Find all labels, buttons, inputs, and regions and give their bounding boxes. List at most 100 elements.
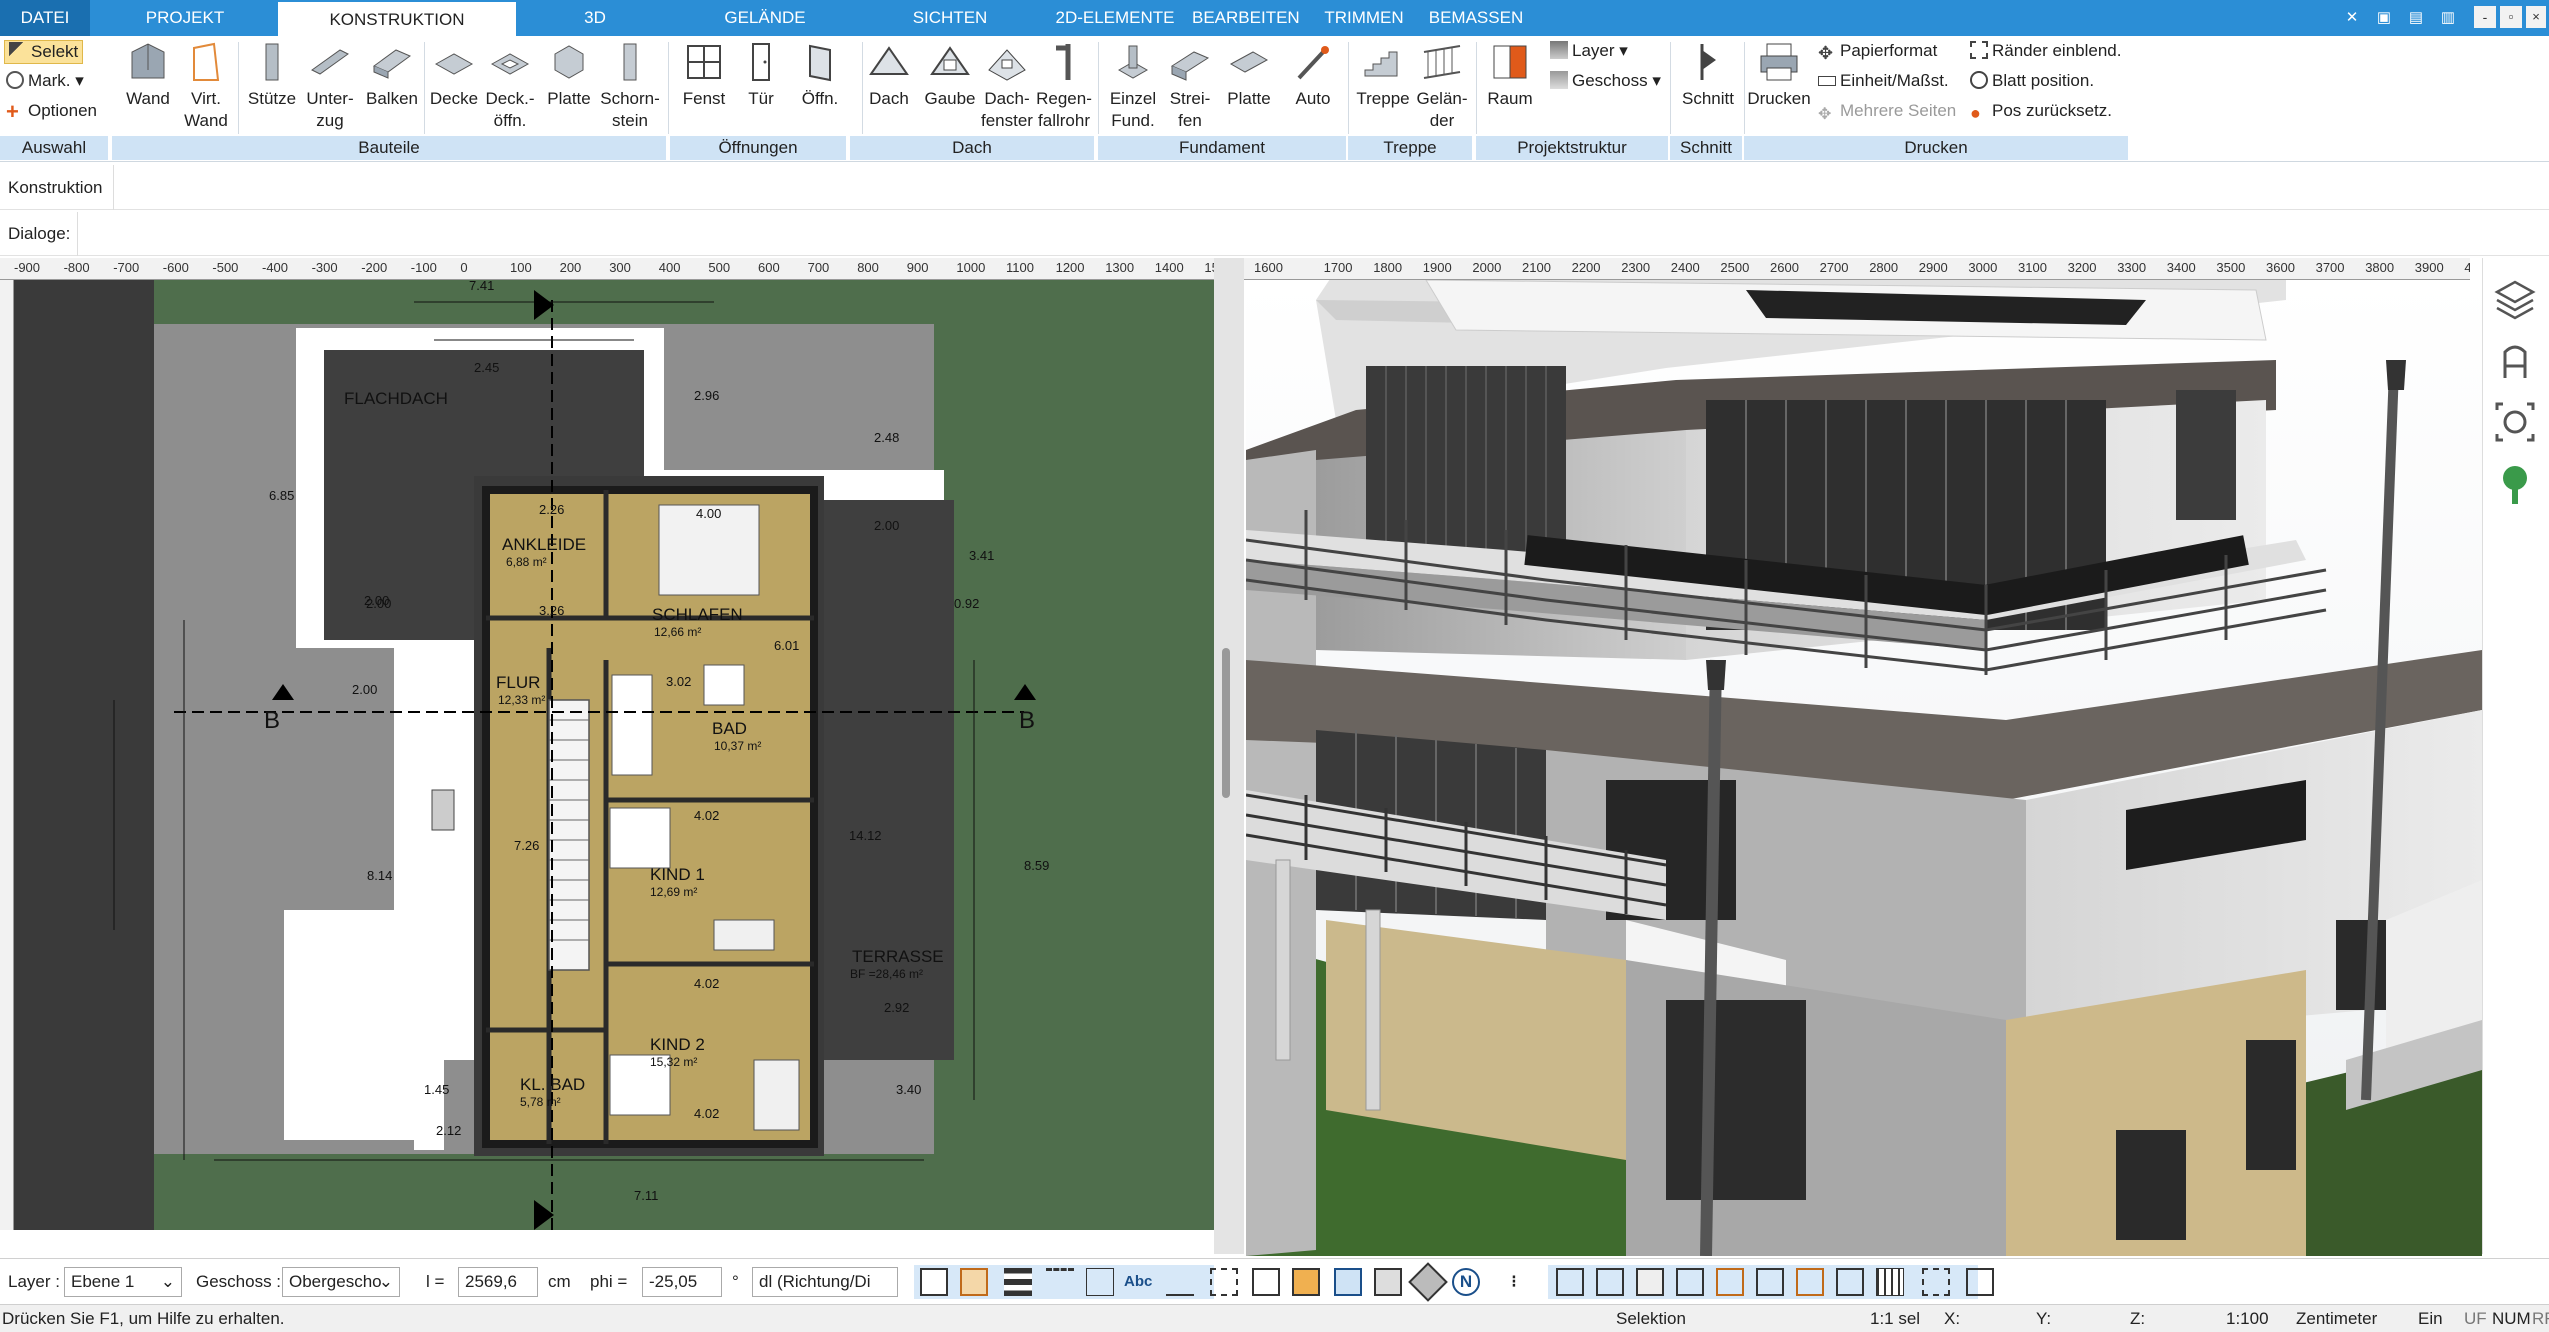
tab-trimmen[interactable]: TRIMMEN	[1318, 0, 1410, 36]
platte-button[interactable]: Platte	[540, 40, 598, 110]
view-fit-icon[interactable]	[2493, 400, 2537, 444]
streifen-button[interactable]: Strei-fen	[1162, 40, 1218, 132]
gelaender-button[interactable]: Gelän-der	[1412, 40, 1472, 132]
hatch-icon[interactable]	[1086, 1268, 1114, 1296]
layers-panel-icon[interactable]	[2493, 276, 2537, 320]
layer-color-icon[interactable]	[1292, 1268, 1320, 1296]
tab-bearbeiten[interactable]: BEARBEITEN	[1192, 0, 1300, 36]
north-icon[interactable]: N	[1452, 1268, 1480, 1296]
schnitt-button[interactable]: Schnitt	[1676, 40, 1740, 110]
line-style-icon[interactable]	[1004, 1268, 1032, 1296]
raum-button[interactable]: Raum	[1482, 40, 1538, 110]
furniture-icon[interactable]	[2493, 338, 2537, 382]
dashed-line-icon[interactable]	[1046, 1268, 1074, 1296]
view-grid-icon[interactable]	[1876, 1268, 1904, 1296]
ruler-tick-label: 3700	[2315, 260, 2345, 275]
blatt-position-button[interactable]: Blatt position.	[1970, 70, 2094, 92]
virt-wand-button[interactable]: Virt. Wand	[178, 40, 234, 132]
snap-point-icon[interactable]	[1334, 1268, 1362, 1296]
tab-datei[interactable]: DATEI	[0, 0, 90, 36]
fenst-label: Fenst	[682, 89, 726, 108]
text-abc-icon[interactable]: Abc	[1124, 1268, 1152, 1296]
oeffnung-button[interactable]: Öffn.	[792, 40, 848, 110]
tab-bemassen[interactable]: BEMASSEN	[1426, 0, 1526, 36]
tuer-button[interactable]: Tür	[736, 40, 786, 110]
mehrere-seiten-button[interactable]: ✥ Mehrere Seiten	[1818, 100, 1956, 125]
tree-icon[interactable]	[2493, 462, 2537, 506]
mark-button[interactable]: Mark. ▾	[6, 70, 84, 92]
gaube-button[interactable]: Gaube	[920, 40, 980, 110]
length-input[interactable]: 2569,6	[458, 1267, 538, 1297]
dach-button[interactable]: Dach	[862, 40, 916, 110]
phi-input[interactable]: -25,05	[642, 1267, 722, 1297]
view-sun-icon[interactable]	[1796, 1268, 1824, 1296]
view-fit-icon-bottom[interactable]	[1922, 1268, 1950, 1296]
balken-button[interactable]: Balken	[362, 40, 422, 110]
treppe-button[interactable]: Treppe	[1352, 40, 1414, 110]
einheit-button[interactable]: Einheit/Maßst.	[1818, 70, 1949, 92]
papierformat-button[interactable]: ✥ Papierformat	[1818, 40, 1937, 63]
view-walk-icon[interactable]	[1836, 1268, 1864, 1296]
snap-wall-icon[interactable]	[960, 1268, 988, 1296]
geschoss-select[interactable]: Obergescho ⌄	[282, 1267, 400, 1297]
regenfallrohr-button[interactable]: Regen-fallrohr	[1034, 40, 1094, 132]
einzelfund-button[interactable]: Einzel Fund.	[1104, 40, 1162, 132]
select-rect-icon[interactable]	[1210, 1268, 1238, 1296]
optionen-button[interactable]: + Optionen	[6, 100, 97, 123]
view-splitter[interactable]	[1214, 258, 1244, 1254]
window-icon-a[interactable]: ▣	[2372, 6, 2396, 30]
dl-select[interactable]: dl (Richtung/Di	[752, 1267, 898, 1297]
status-y: Y:	[2036, 1309, 2052, 1328]
tab-2d-elemente[interactable]: 2D-ELEMENTE	[1045, 0, 1185, 36]
window-icon-c[interactable]: ▥	[2436, 6, 2460, 30]
view-section-icon[interactable]	[1756, 1268, 1784, 1296]
tab-3d[interactable]: 3D	[540, 0, 650, 36]
minimize-button[interactable]: -	[2474, 6, 2496, 28]
fund-platte-button[interactable]: Platte	[1220, 40, 1278, 110]
view-2d-icon[interactable]	[1556, 1268, 1584, 1296]
restore-button[interactable]: ▫	[2500, 6, 2522, 28]
tab-konstruktion[interactable]: KONSTRUKTION	[278, 0, 516, 36]
construction-label[interactable]: Konstruktion	[0, 165, 114, 210]
fenster-button[interactable]: Fenst	[676, 40, 732, 110]
window-icon-b[interactable]: ▤	[2404, 6, 2428, 30]
3d-view[interactable]	[1246, 280, 2482, 1256]
tab-gelaende[interactable]: GELÄNDE	[700, 0, 830, 36]
selekt-button[interactable]: Selekt	[4, 40, 84, 64]
schornstein-button[interactable]: Schorn-stein	[598, 40, 662, 132]
dimension-icon[interactable]	[1166, 1268, 1194, 1296]
raender-button[interactable]: Ränder einblend.	[1970, 40, 2121, 62]
deckoeffn-button[interactable]: Deck.- öffn.	[482, 40, 538, 132]
pos-zuruecksetzen-button[interactable]: ● Pos zurücksetz.	[1970, 100, 2112, 123]
dim-8: 4.02	[694, 808, 719, 823]
auto-button[interactable]: Auto	[1286, 40, 1340, 110]
geschoss-dropdown[interactable]: Geschoss ▾	[1550, 70, 1661, 92]
roof-window-icon	[988, 49, 1026, 81]
view-page-icon[interactable]	[1596, 1268, 1624, 1296]
dachfenster-button[interactable]: Dach-fenster	[978, 40, 1036, 132]
floor-plan-view[interactable]: B B ANKLEIDE 6,88 m² SCHLAFEN 12,66 m² F…	[14, 280, 1214, 1230]
close-button[interactable]: ×	[2526, 6, 2546, 28]
wand-button[interactable]: Wand	[120, 40, 176, 110]
view-photo-icon[interactable]	[1716, 1268, 1744, 1296]
layer-dropdown[interactable]: Layer ▾	[1550, 40, 1628, 62]
layer-select[interactable]: Ebene 1 ⌄	[64, 1267, 182, 1297]
snap-grid-icon[interactable]	[920, 1268, 948, 1296]
stuetze-button[interactable]: Stütze	[244, 40, 300, 110]
snap-edge-icon[interactable]	[1374, 1268, 1402, 1296]
view-zoom-icon[interactable]	[1966, 1268, 1994, 1296]
more-icon[interactable]: ⁝	[1500, 1268, 1528, 1296]
tab-sichten[interactable]: SICHTEN	[880, 0, 1020, 36]
tools-icon[interactable]: ✕	[2340, 6, 2364, 30]
tab-projekt[interactable]: PROJEKT	[110, 0, 260, 36]
snap-diamond-icon[interactable]	[1408, 1262, 1448, 1302]
decke-button[interactable]: Decke	[428, 40, 480, 110]
einzel-label-2: Fund.	[1111, 111, 1155, 130]
status-num: NUM	[2492, 1309, 2531, 1328]
drucken-button[interactable]: Drucken	[1746, 40, 1812, 110]
unterzug-button[interactable]: Unter-zug	[300, 40, 360, 132]
view-3d-icon[interactable]	[1676, 1268, 1704, 1296]
view-split-icon[interactable]	[1636, 1268, 1664, 1296]
splitter-handle[interactable]	[1222, 648, 1230, 798]
frame-icon[interactable]	[1252, 1268, 1280, 1296]
